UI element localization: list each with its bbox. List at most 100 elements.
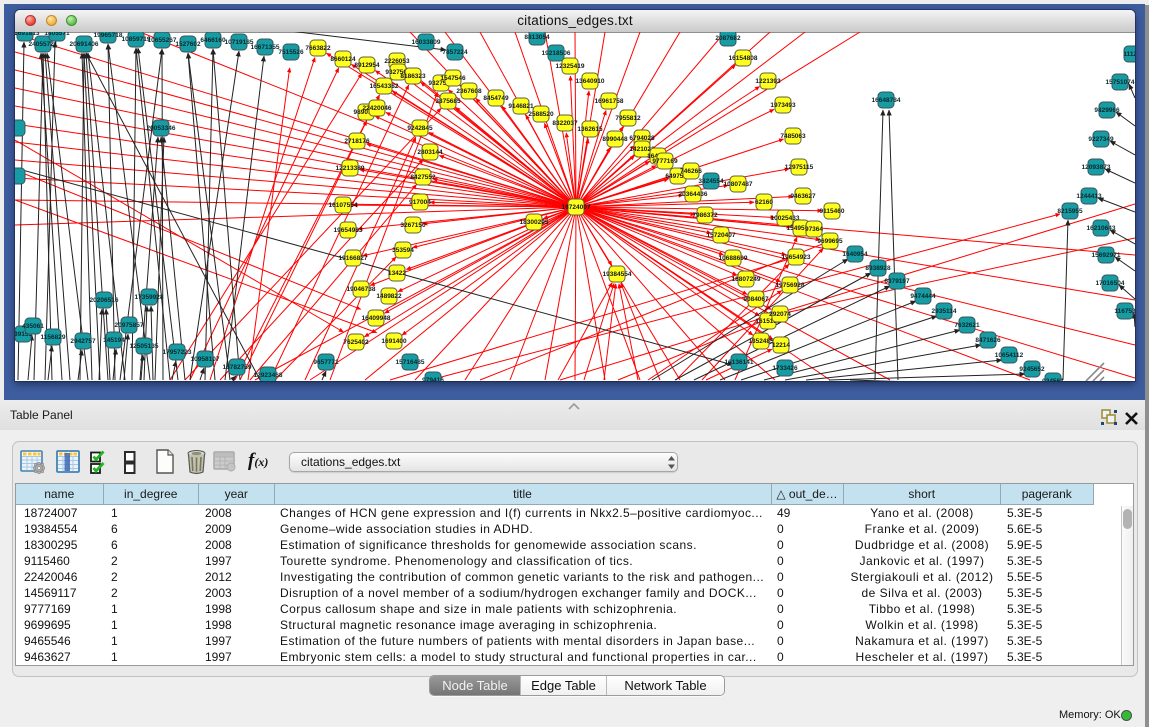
- svg-text:19218506: 19218506: [542, 50, 571, 57]
- svg-text:2935114: 2935114: [932, 308, 957, 315]
- svg-text:7857224: 7857224: [442, 49, 468, 56]
- svg-text:145194: 145194: [103, 337, 125, 344]
- svg-text:10719185: 10719185: [225, 39, 254, 46]
- svg-text:1640954: 1640954: [842, 251, 868, 258]
- svg-text:1221393: 1221393: [755, 78, 781, 85]
- svg-text:12214: 12214: [772, 342, 790, 349]
- svg-text:12093873: 12093873: [1082, 164, 1111, 171]
- svg-text:924561: 924561: [1042, 378, 1064, 381]
- svg-text:11124: 11124: [1123, 51, 1135, 58]
- svg-text:16961758: 16961758: [595, 98, 624, 105]
- svg-text:917004: 917004: [409, 199, 431, 206]
- svg-text:746266: 746266: [680, 168, 702, 175]
- svg-text:1805571: 1805571: [44, 32, 70, 37]
- svg-text:2087682: 2087682: [715, 35, 741, 42]
- svg-text:3875685: 3875685: [435, 98, 461, 105]
- svg-text:1691400: 1691400: [381, 338, 407, 345]
- svg-text:16154808: 16154808: [729, 55, 758, 62]
- svg-text:16648784: 16648784: [872, 97, 901, 104]
- svg-text:9777169: 9777169: [652, 158, 678, 165]
- svg-text:435061: 435061: [22, 323, 44, 330]
- svg-text:16136141: 16136141: [725, 359, 754, 366]
- svg-text:8813054: 8813054: [524, 34, 550, 41]
- svg-text:8471626: 8471626: [975, 337, 1001, 344]
- svg-text:2367608: 2367608: [456, 88, 482, 95]
- svg-text:7515526: 7515526: [278, 49, 304, 56]
- svg-text:9227349: 9227349: [1088, 136, 1114, 143]
- svg-text:2718176: 2718176: [344, 138, 370, 145]
- svg-text:19756928: 19756928: [776, 282, 805, 289]
- svg-text:1973493: 1973493: [770, 102, 796, 109]
- svg-text:9463627: 9463627: [790, 193, 816, 200]
- svg-text:18300295: 18300295: [520, 219, 549, 226]
- svg-text:1362615: 1362615: [577, 126, 603, 133]
- svg-text:97364: 97364: [805, 226, 823, 233]
- svg-text:7485063: 7485063: [780, 133, 806, 140]
- svg-text:8938928: 8938928: [865, 265, 891, 272]
- svg-text:15716485: 15716485: [396, 359, 425, 366]
- svg-text:6379197: 6379197: [884, 278, 910, 285]
- svg-text:1244413: 1244413: [1076, 193, 1102, 200]
- svg-text:13422: 13422: [388, 270, 406, 277]
- svg-text:12975115: 12975115: [785, 164, 814, 171]
- svg-text:20053346: 20053346: [147, 125, 176, 132]
- svg-text:18724007: 18724007: [562, 204, 591, 211]
- svg-text:2942757: 2942757: [70, 338, 96, 345]
- svg-text:19046738: 19046738: [347, 286, 376, 293]
- svg-text:19654923: 19654923: [782, 254, 811, 261]
- svg-text:9699695: 9699695: [817, 238, 843, 245]
- svg-text:7663822: 7663822: [305, 45, 331, 52]
- svg-text:8322037: 8322037: [552, 120, 578, 127]
- svg-text:19384554: 19384554: [603, 271, 632, 278]
- svg-text:9115460: 9115460: [820, 208, 845, 215]
- svg-text:16543382: 16543382: [370, 83, 399, 90]
- svg-text:6466160: 6466160: [200, 37, 226, 44]
- svg-text:17016504: 17016504: [1096, 280, 1125, 287]
- svg-text:1527602: 1527602: [175, 41, 201, 48]
- svg-text:7625402: 7625402: [343, 339, 369, 346]
- svg-text:16409948: 16409948: [362, 315, 391, 322]
- svg-text:8990448: 8990448: [602, 136, 628, 143]
- svg-text:10688609: 10688609: [719, 255, 748, 262]
- svg-text:1489822: 1489822: [376, 293, 402, 300]
- svg-text:16691813: 16691813: [15, 32, 40, 37]
- svg-text:2803144: 2803144: [417, 149, 443, 156]
- svg-text:292074: 292074: [769, 311, 791, 318]
- svg-text:17957223: 17957223: [163, 349, 192, 356]
- svg-text:18807249: 18807249: [732, 276, 761, 283]
- svg-text:12923468: 12923468: [254, 372, 283, 379]
- svg-text:20364436: 20364436: [679, 191, 708, 198]
- svg-text:353594: 353594: [392, 247, 414, 254]
- svg-text:15692971: 15692971: [1092, 252, 1121, 259]
- svg-text:2588520: 2588520: [528, 111, 554, 118]
- svg-text:15720407: 15720407: [707, 232, 736, 239]
- svg-text:15751074: 15751074: [1106, 79, 1135, 86]
- svg-text:16671355: 16671355: [251, 44, 280, 51]
- svg-text:1156829: 1156829: [41, 334, 66, 341]
- svg-text:16782759: 16782759: [223, 364, 252, 371]
- svg-text:3267150: 3267150: [400, 222, 426, 229]
- svg-text:62160: 62160: [755, 199, 773, 206]
- svg-text:116753: 116753: [1114, 308, 1135, 315]
- svg-text:10654112: 10654112: [995, 352, 1024, 359]
- svg-text:16107554: 16107554: [329, 202, 358, 209]
- svg-text:8454749: 8454749: [483, 95, 509, 102]
- svg-text:1547546: 1547546: [440, 75, 466, 82]
- svg-text:19965718: 19965718: [94, 32, 123, 39]
- svg-text:10958107: 10958107: [191, 356, 220, 363]
- svg-text:9242845: 9242845: [407, 125, 433, 132]
- svg-text:8186323: 8186323: [400, 73, 426, 80]
- svg-text:9829966: 9829966: [1094, 107, 1120, 114]
- svg-text:12325419: 12325419: [556, 63, 585, 70]
- svg-text:9657771: 9657771: [313, 359, 339, 366]
- svg-text:10807487: 10807487: [724, 181, 753, 188]
- svg-text:3824554: 3824554: [698, 178, 724, 185]
- svg-text:9245652: 9245652: [1019, 366, 1045, 373]
- svg-text:12505135: 12505135: [130, 343, 159, 350]
- svg-text:20206516: 20206516: [90, 297, 119, 304]
- svg-text:19654983: 19654983: [334, 227, 363, 234]
- svg-text:17359928: 17359928: [135, 294, 164, 301]
- svg-text:8660124: 8660124: [330, 56, 356, 63]
- svg-text:22420046: 22420046: [363, 105, 392, 112]
- svg-text:7955812: 7955812: [615, 115, 641, 122]
